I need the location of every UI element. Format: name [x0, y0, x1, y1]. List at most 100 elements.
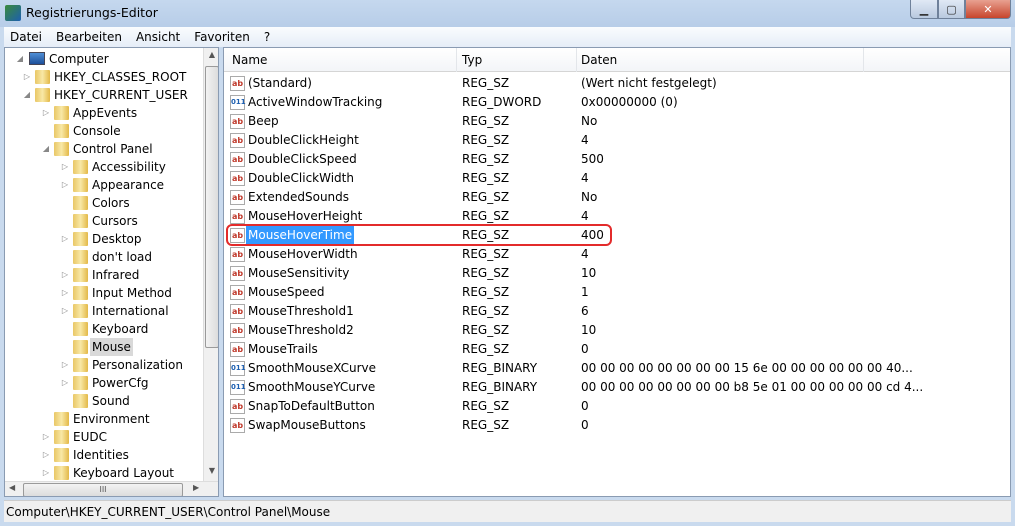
value-row[interactable]: ab MouseThreshold1 REG_SZ 6 — [224, 302, 1010, 321]
close-button[interactable]: ✕ — [965, 0, 1011, 19]
value-row[interactable]: ab SwapMouseButtons REG_SZ 0 — [224, 416, 1010, 435]
tree-item[interactable]: Keyboard — [5, 320, 203, 338]
value-name: SmoothMouseYCurve — [248, 380, 376, 394]
menu-favoriten[interactable]: Favoriten — [194, 30, 250, 44]
expand-arrow-icon[interactable]: ▷ — [60, 176, 70, 194]
expand-arrow-icon[interactable]: ▷ — [41, 464, 51, 482]
column-header-data[interactable]: Daten — [581, 53, 617, 67]
menu-bearbeiten[interactable]: Bearbeiten — [56, 30, 122, 44]
value-row[interactable]: ab DoubleClickWidth REG_SZ 4 — [224, 169, 1010, 188]
scroll-thumb[interactable]: III — [23, 483, 183, 496]
tree-item[interactable]: ▷ PowerCfg — [5, 374, 203, 392]
value-data: 10 — [581, 323, 597, 337]
value-row[interactable]: ab MouseSensitivity REG_SZ 10 — [224, 264, 1010, 283]
expand-arrow-icon[interactable]: ▷ — [60, 374, 70, 392]
collapse-arrow-icon[interactable]: ◢ — [22, 86, 32, 104]
tree-item[interactable]: Cursors — [5, 212, 203, 230]
value-row[interactable]: ab ExtendedSounds REG_SZ No — [224, 188, 1010, 207]
value-name: DoubleClickWidth — [248, 171, 354, 185]
value-row[interactable]: 011 SmoothMouseYCurve REG_BINARY 00 00 00 0… — [224, 378, 1010, 397]
tree-item-label: Keyboard Layout — [73, 466, 175, 480]
expand-arrow-icon[interactable]: ▷ — [41, 428, 51, 446]
computer-icon — [29, 52, 45, 65]
collapse-arrow-icon[interactable]: ◢ — [15, 50, 25, 68]
tree-item[interactable]: Colors — [5, 194, 203, 212]
tree-vertical-scrollbar[interactable]: ▲ ▼ — [203, 48, 218, 481]
menu-ansicht[interactable]: Ansicht — [136, 30, 180, 44]
folder-icon — [54, 430, 69, 444]
tree-item[interactable]: ▷ HKEY_CLASSES_ROOT — [5, 68, 203, 86]
scroll-thumb[interactable] — [205, 66, 218, 348]
tree-item[interactable]: Mouse — [5, 338, 203, 356]
value-row[interactable]: 011 ActiveWindowTracking REG_DWORD 0x000000… — [224, 93, 1010, 112]
string-value-icon: ab — [230, 304, 245, 319]
value-row[interactable]: ab (Standard) REG_SZ (Wert nicht festgelegt… — [224, 74, 1010, 93]
scroll-up-arrow-icon[interactable]: ▲ — [204, 50, 218, 59]
minimize-button[interactable]: ▁ — [910, 0, 938, 19]
tree-item[interactable]: ◢ Computer — [5, 50, 203, 68]
tree-item[interactable]: ▷ Identities — [5, 446, 203, 464]
expand-arrow-icon[interactable]: ▷ — [60, 230, 70, 248]
folder-icon — [73, 268, 88, 282]
string-value-icon: ab — [230, 209, 245, 224]
expand-arrow-icon[interactable]: ▷ — [60, 266, 70, 284]
tree-item[interactable]: ▷ Accessibility — [5, 158, 203, 176]
tree-item[interactable]: ▷ Infrared — [5, 266, 203, 284]
expand-arrow-icon[interactable]: ▷ — [41, 104, 51, 122]
tree-item[interactable]: ▷ EUDC — [5, 428, 203, 446]
scroll-down-arrow-icon[interactable]: ▼ — [204, 466, 218, 475]
scroll-right-arrow-icon[interactable]: ▶ — [193, 483, 199, 492]
value-row[interactable]: ab Beep REG_SZ No — [224, 112, 1010, 131]
tree-item[interactable]: ◢ HKEY_CURRENT_USER — [5, 86, 203, 104]
tree-item[interactable]: ▷ Input Method — [5, 284, 203, 302]
expand-arrow-icon[interactable]: ▷ — [60, 356, 70, 374]
tree-item-label: Keyboard — [92, 322, 149, 336]
value-row[interactable]: 011 SmoothMouseXCurve REG_BINARY 00 00 00 0… — [224, 359, 1010, 378]
column-header-type[interactable]: Typ — [462, 53, 482, 67]
value-row[interactable]: ab DoubleClickSpeed REG_SZ 500 — [224, 150, 1010, 169]
tree-item[interactable]: Console — [5, 122, 203, 140]
value-row[interactable]: ab MouseTrails REG_SZ 0 — [224, 340, 1010, 359]
value-row[interactable]: ab SnapToDefaultButton REG_SZ 0 — [224, 397, 1010, 416]
column-header-name[interactable]: Name — [232, 53, 267, 67]
value-type: REG_SZ — [462, 171, 510, 185]
tree-item[interactable]: ▷ Keyboard Layout — [5, 464, 203, 482]
tree-item[interactable]: ▷ AppEvents — [5, 104, 203, 122]
tree-item[interactable]: don't load — [5, 248, 203, 266]
folder-icon — [73, 196, 88, 210]
tree-item[interactable]: ▷ Desktop — [5, 230, 203, 248]
value-data: No — [581, 114, 598, 128]
tree-item[interactable]: ◢ Control Panel — [5, 140, 203, 158]
value-type: REG_SZ — [462, 304, 510, 318]
maximize-button[interactable]: ▢ — [938, 0, 965, 19]
tree-horizontal-scrollbar[interactable]: ◀ III ▶ — [5, 481, 218, 496]
tree-item[interactable]: Sound — [5, 392, 203, 410]
value-row[interactable]: ab MouseHoverWidth REG_SZ 4 — [224, 245, 1010, 264]
value-name: MouseSensitivity — [248, 266, 350, 280]
string-value-icon: ab — [230, 152, 245, 167]
status-bar: Computer\HKEY_CURRENT_USER\Control Panel… — [4, 500, 1011, 522]
tree-item-label: Computer — [49, 52, 109, 66]
value-name: DoubleClickSpeed — [248, 152, 357, 166]
expand-arrow-icon[interactable]: ▷ — [60, 158, 70, 176]
list-header: Name Typ Daten — [224, 48, 1010, 72]
expand-arrow-icon[interactable]: ▷ — [60, 284, 70, 302]
value-type: REG_SZ — [462, 323, 510, 337]
value-type: REG_BINARY — [462, 361, 538, 375]
value-row[interactable]: ab MouseSpeed REG_SZ 1 — [224, 283, 1010, 302]
menu-help[interactable]: ? — [264, 30, 270, 44]
expand-arrow-icon[interactable]: ▷ — [60, 302, 70, 320]
value-name: Beep — [248, 114, 279, 128]
menu-datei[interactable]: Datei — [10, 30, 42, 44]
value-row[interactable]: ab DoubleClickHeight REG_SZ 4 — [224, 131, 1010, 150]
scroll-left-arrow-icon[interactable]: ◀ — [9, 483, 15, 492]
collapse-arrow-icon[interactable]: ◢ — [41, 140, 51, 158]
tree-item[interactable]: Environment — [5, 410, 203, 428]
value-row[interactable]: ab MouseThreshold2 REG_SZ 10 — [224, 321, 1010, 340]
value-type: REG_SZ — [462, 285, 510, 299]
tree-item[interactable]: ▷ International — [5, 302, 203, 320]
tree-item[interactable]: ▷ Personalization — [5, 356, 203, 374]
expand-arrow-icon[interactable]: ▷ — [22, 68, 32, 86]
tree-item[interactable]: ▷ Appearance — [5, 176, 203, 194]
expand-arrow-icon[interactable]: ▷ — [41, 446, 51, 464]
